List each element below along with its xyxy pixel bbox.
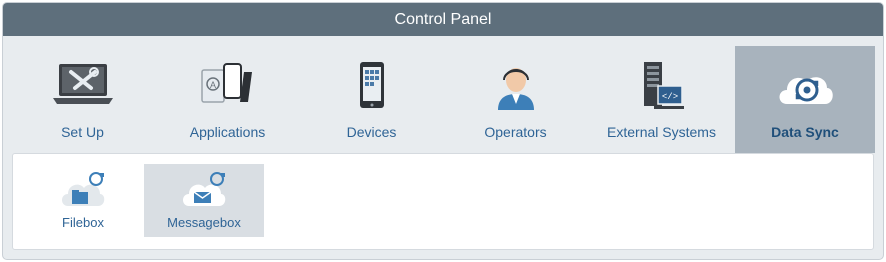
control-panel-window: Control Panel Set Up A Applications Devi… (2, 2, 884, 260)
subitem-label: Messagebox (167, 215, 241, 230)
subitem-filebox[interactable]: Filebox (23, 164, 143, 237)
tab-devices[interactable]: Devices (300, 46, 443, 153)
tab-label: Devices (346, 124, 397, 140)
subitem-label: Filebox (62, 215, 104, 230)
tab-external-systems[interactable]: </> External Systems (588, 46, 735, 153)
tab-label: Set Up (61, 124, 104, 140)
tab-label: Applications (189, 124, 266, 140)
tab-label: Operators (484, 124, 547, 140)
svg-text:A: A (209, 80, 215, 90)
subitem-messagebox[interactable]: Messagebox (144, 164, 264, 237)
tab-label: External Systems (607, 124, 716, 140)
subitem-panel: Filebox Messagebox (12, 153, 874, 250)
apps-devices-icon: A (200, 63, 252, 103)
cloud-sync-icon (779, 77, 833, 104)
tab-label: Data Sync (771, 124, 839, 140)
tab-applications[interactable]: A Applications (155, 46, 300, 153)
tab-set-up[interactable]: Set Up (10, 46, 155, 153)
window-title: Control Panel (3, 3, 883, 36)
cloud-mail-sync-icon (183, 172, 226, 206)
category-tabs: Set Up A Applications Devices Operators … (3, 46, 883, 153)
mobile-device-icon (359, 62, 384, 108)
svg-text:</>: </> (661, 92, 677, 102)
tab-data-sync[interactable]: Data Sync (735, 46, 875, 153)
tools-laptop-icon (52, 64, 113, 104)
tab-operators[interactable]: Operators (443, 46, 588, 153)
cloud-folder-sync-icon (62, 172, 105, 206)
server-code-icon: </> (643, 62, 684, 109)
operator-person-icon (497, 68, 534, 110)
